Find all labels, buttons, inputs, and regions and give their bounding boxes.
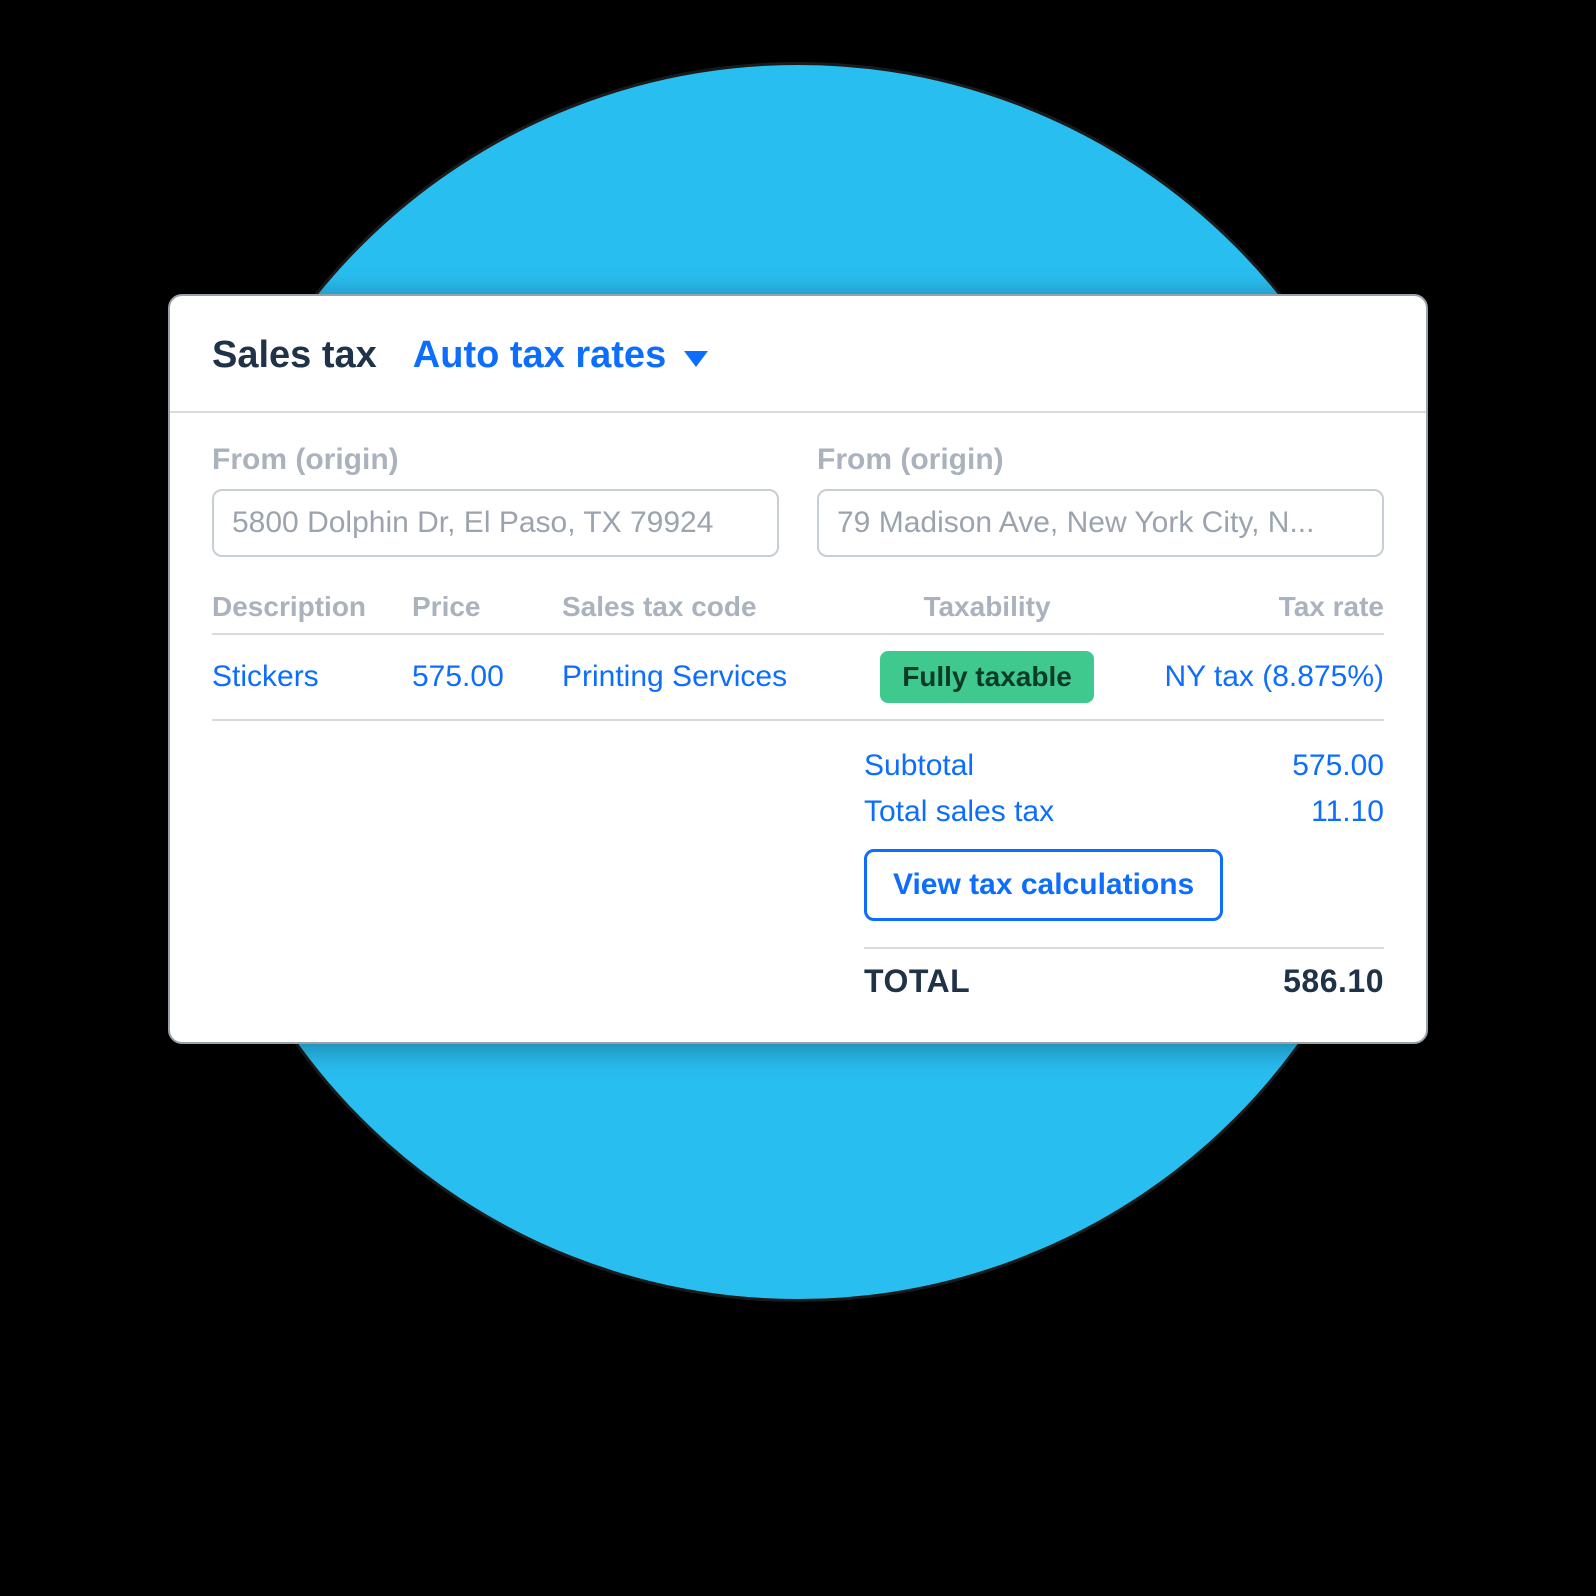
view-tax-calculations-button[interactable]: View tax calculations xyxy=(864,849,1223,921)
col-taxability: Taxability xyxy=(862,591,1112,623)
totals-block: Subtotal 575.00 Total sales tax 11.10 Vi… xyxy=(864,743,1384,1000)
taxability-badge: Fully taxable xyxy=(880,651,1094,703)
total-tax-value: 11.10 xyxy=(1311,795,1384,829)
dropdown-label: Auto tax rates xyxy=(413,334,666,377)
cell-price[interactable]: 575.00 xyxy=(412,660,562,694)
cell-code[interactable]: Printing Services xyxy=(562,660,862,694)
table-row: Stickers 575.00 Printing Services Fully … xyxy=(212,635,1384,721)
cell-description[interactable]: Stickers xyxy=(212,660,412,694)
grand-total-value: 586.10 xyxy=(1283,963,1384,1000)
origin-right-input[interactable] xyxy=(817,489,1384,557)
col-rate: Tax rate xyxy=(1112,591,1384,623)
panel-title: Sales tax xyxy=(212,334,377,377)
origin-left-label: From (origin) xyxy=(212,443,779,477)
col-code: Sales tax code xyxy=(562,591,862,623)
grand-total-label: TOTAL xyxy=(864,963,970,1000)
cell-taxability: Fully taxable xyxy=(862,651,1112,703)
tax-rate-dropdown[interactable]: Auto tax rates xyxy=(413,334,708,377)
col-price: Price xyxy=(412,591,562,623)
origin-left-input[interactable] xyxy=(212,489,779,557)
table-header-row: Description Price Sales tax code Taxabil… xyxy=(212,591,1384,635)
panel-header: Sales tax Auto tax rates xyxy=(170,296,1426,413)
col-description: Description xyxy=(212,591,412,623)
cell-rate[interactable]: NY tax (8.875%) xyxy=(1112,660,1384,694)
line-items-table: Description Price Sales tax code Taxabil… xyxy=(212,591,1384,721)
totals-divider xyxy=(864,947,1384,949)
total-tax-label: Total sales tax xyxy=(864,795,1054,829)
sales-tax-panel: Sales tax Auto tax rates From (origin) F… xyxy=(168,294,1428,1044)
subtotal-label: Subtotal xyxy=(864,749,974,783)
caret-down-icon xyxy=(684,351,708,367)
origin-right-label: From (origin) xyxy=(817,443,1384,477)
subtotal-value: 575.00 xyxy=(1292,749,1384,783)
